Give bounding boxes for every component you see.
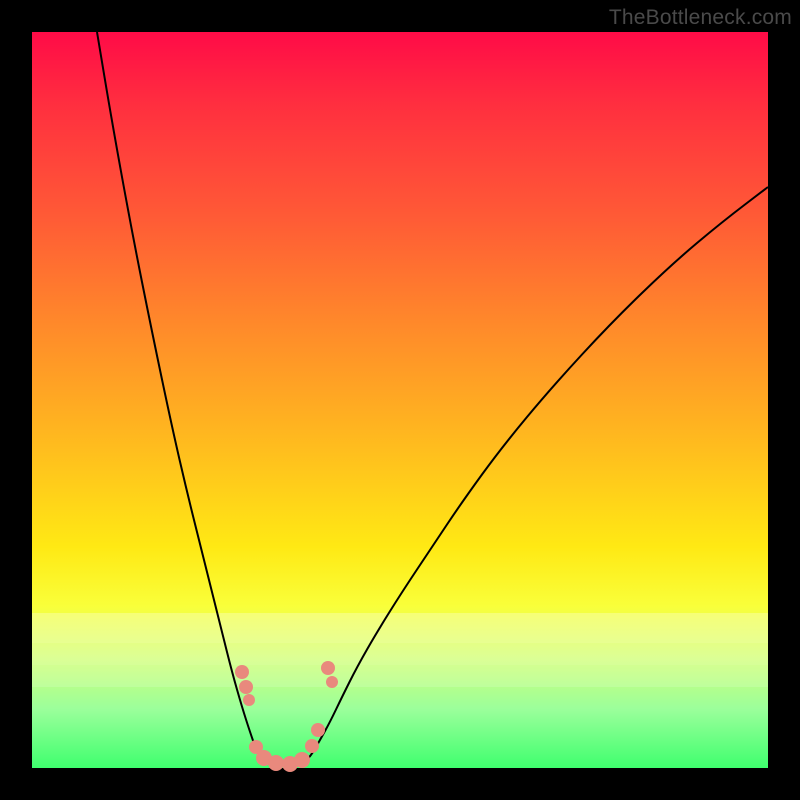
data-marker — [243, 694, 255, 706]
data-marker — [294, 752, 310, 768]
left-branch-curve — [97, 32, 264, 762]
data-marker — [305, 739, 319, 753]
right-branch-curve — [305, 187, 768, 762]
curve-layer — [32, 32, 768, 768]
data-marker — [235, 665, 249, 679]
data-marker — [268, 755, 284, 771]
chart-frame: TheBottleneck.com — [0, 0, 800, 800]
watermark-text: TheBottleneck.com — [609, 6, 792, 30]
marker-group — [235, 661, 338, 772]
plot-area — [32, 32, 768, 768]
data-marker — [321, 661, 335, 675]
data-marker — [311, 723, 325, 737]
data-marker — [326, 676, 338, 688]
data-marker — [239, 680, 253, 694]
